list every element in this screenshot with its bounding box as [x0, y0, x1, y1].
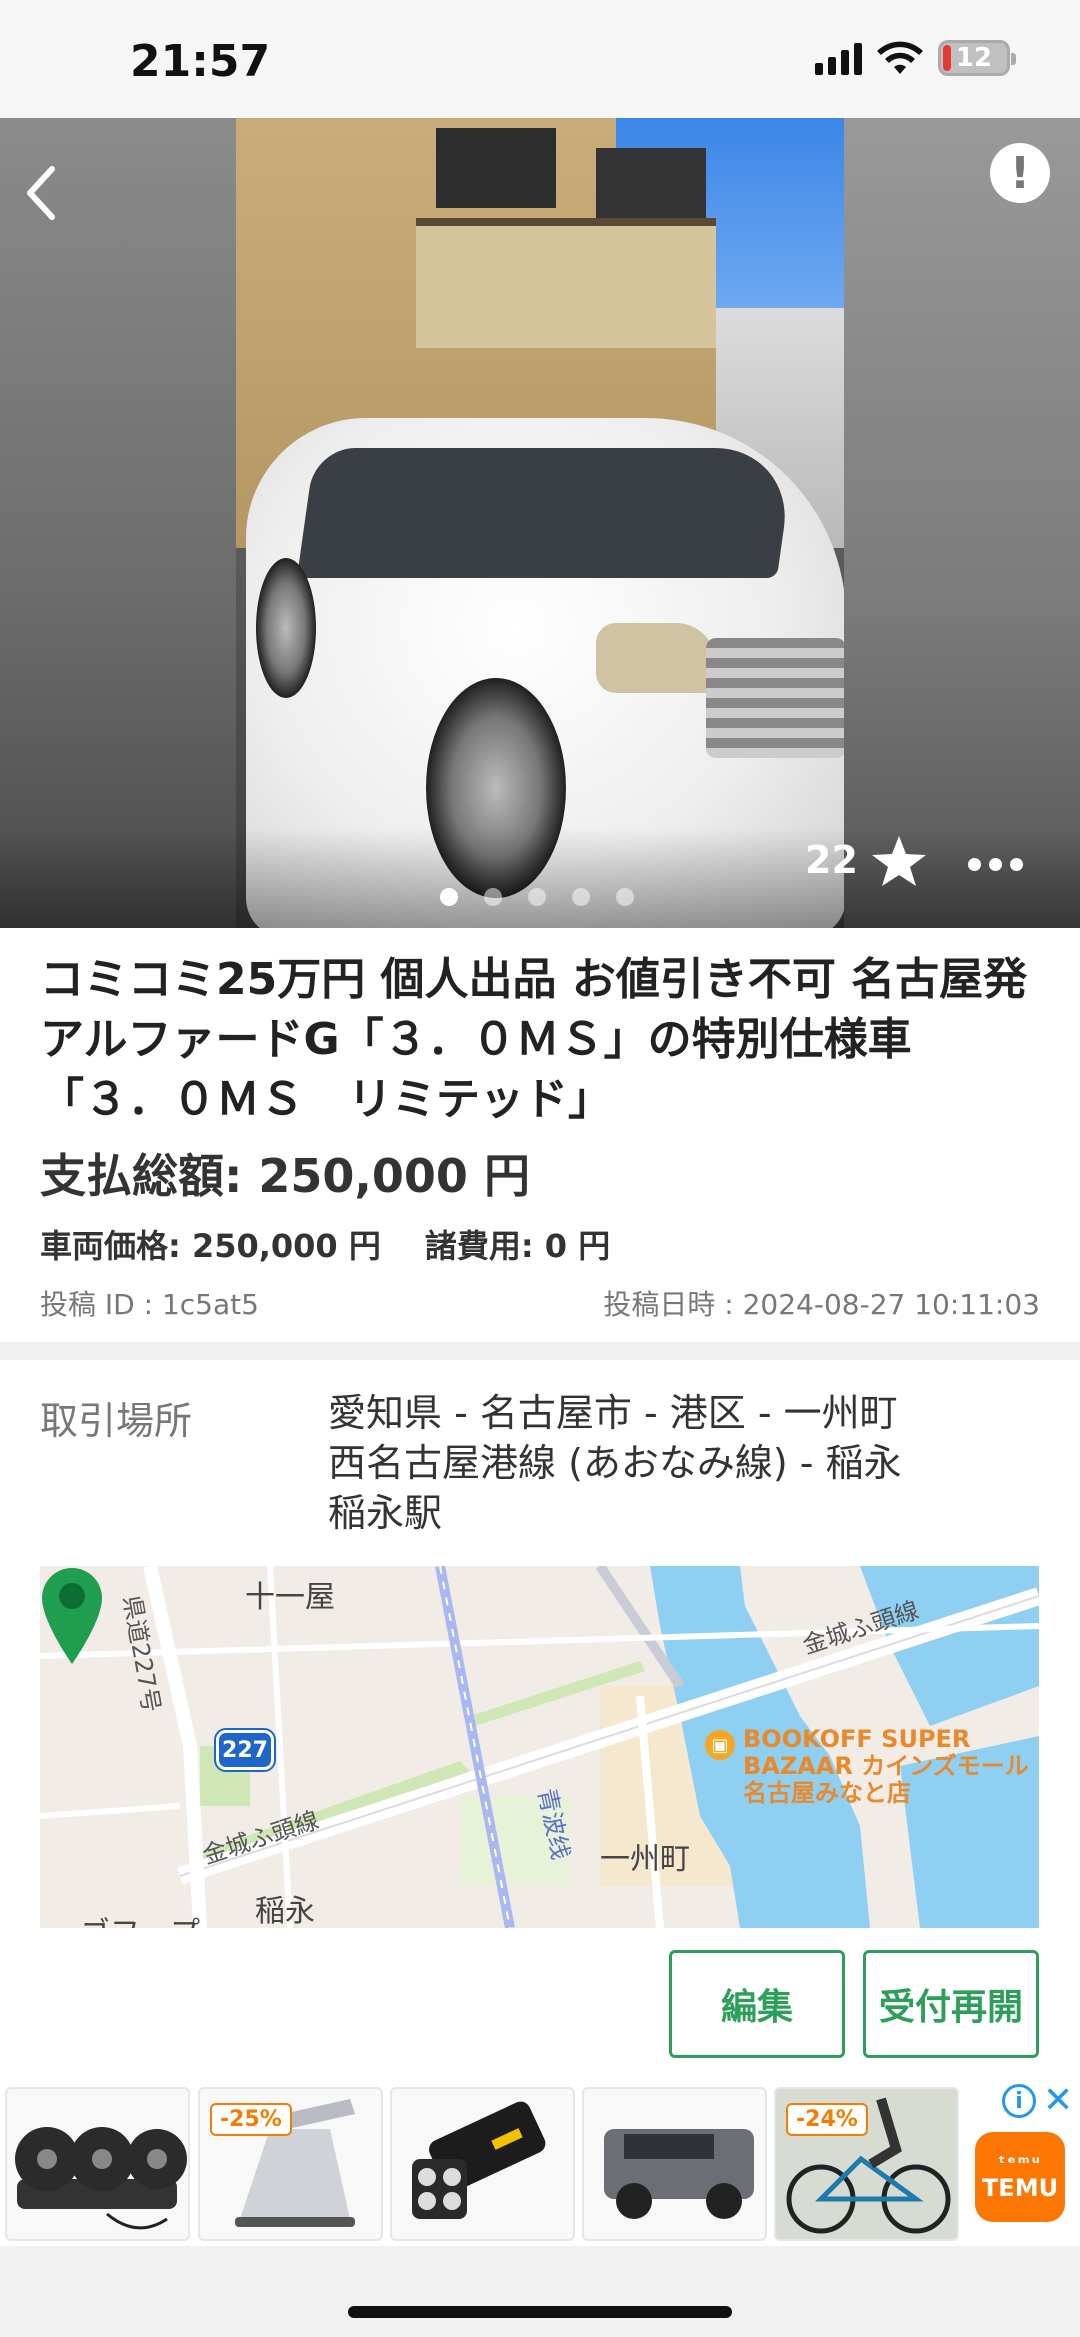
location-map[interactable]: 十一屋 金城ふ頭線 金城ふ頭線 県道227号 227 一州町 青波线 稲永 ゴフ… — [40, 1566, 1039, 1928]
report-icon: ! — [1009, 147, 1031, 199]
resume-button[interactable]: 受付再開 — [863, 1950, 1039, 2058]
temu-logo-text: TEMU — [981, 2173, 1059, 2202]
map-label-inae: 稲永 — [255, 1894, 315, 1928]
ad-item-bicycle[interactable]: -24% — [774, 2087, 959, 2241]
ad-close-icon[interactable]: ✕ — [1043, 2080, 1073, 2121]
favorite-count: 22 — [805, 838, 858, 882]
location-line: 西名古屋港線 (あおなみ線) - 稲永 — [328, 1441, 902, 1485]
discount-badge: -24% — [786, 2103, 868, 2136]
wifi-icon — [877, 41, 923, 74]
ad-item-toy-car[interactable] — [582, 2087, 767, 2241]
status-icons: 12 — [815, 40, 1016, 76]
temu-logo-top: ᵗᵉᵐᵘ — [998, 2152, 1042, 2174]
map-label-cut: ゴフ・プ — [80, 1908, 200, 1928]
listing-title: コミコミ25万円 個人出品 お値引き不可 名古屋発 アルファードG「３．０ＭＳ」… — [40, 954, 1028, 1125]
back-button[interactable] — [0, 138, 80, 248]
photo-backdrop-right — [844, 118, 1080, 928]
photo-pagination — [440, 888, 634, 906]
edit-button[interactable]: 編集 — [669, 1950, 845, 2058]
page-dot[interactable] — [484, 888, 502, 906]
page-dot[interactable] — [528, 888, 546, 906]
map-label-isshu: 一州町 — [600, 1842, 690, 1877]
section-divider — [0, 1342, 1080, 1360]
map-poi[interactable]: ▣ BOOKOFF SUPER BAZAAR カインズモール名古屋みなと店 — [705, 1726, 1039, 1807]
status-bar: 21:57 12 — [0, 0, 1080, 118]
post-date: 投稿日時 : 2024-08-27 10:11:03 — [603, 1288, 1040, 1321]
price-breakdown: 車両価格: 250,000 円 諸費用: 0 円 — [40, 1221, 610, 1267]
listing-photo[interactable] — [236, 118, 844, 928]
poi-bookstore-icon: ▣ — [705, 1730, 735, 1760]
poi-name: BOOKOFF SUPER BAZAAR カインズモール名古屋みなと店 — [743, 1725, 1029, 1807]
location-address: 愛知県 - 名古屋市 - 港区 - 一州町 — [328, 1391, 898, 1435]
page-dot[interactable] — [572, 888, 590, 906]
temu-logo[interactable]: ᵗᵉᵐᵘ TEMU — [975, 2132, 1065, 2222]
ad-banner[interactable]: -25% -24% — [0, 2082, 1080, 2246]
route-227-badge: 227 — [216, 1730, 274, 1770]
ad-item-flashlight[interactable] — [390, 2087, 575, 2241]
location-value: 愛知県 - 名古屋市 - 港区 - 一州町 西名古屋港線 (あおなみ線) - 稲… — [328, 1388, 1048, 1538]
page-dot[interactable] — [440, 888, 458, 906]
ad-item-fan[interactable] — [5, 2087, 190, 2241]
ad-info-icon[interactable]: i — [1002, 2084, 1036, 2118]
map-label-juichiya: 十一屋 — [245, 1580, 335, 1615]
report-button[interactable]: ! — [990, 143, 1050, 203]
signal-icon — [815, 41, 862, 75]
battery-level: 12 — [955, 43, 993, 73]
home-indicator[interactable] — [348, 2306, 732, 2318]
battery-icon: 12 — [938, 40, 1016, 76]
back-arrow-icon — [27, 166, 55, 220]
map-pin-icon — [42, 1568, 102, 1664]
location-station: 稲永駅 — [328, 1491, 443, 1535]
vehicle-price: 車両価格: 250,000 円 — [40, 1227, 381, 1265]
photo-gallery[interactable]: ! 22 — [0, 118, 1080, 928]
page-dot[interactable] — [616, 888, 634, 906]
status-time: 21:57 — [130, 36, 271, 87]
ad-item-stand[interactable]: -25% — [198, 2087, 383, 2241]
location-label: 取引場所 — [40, 1399, 193, 1443]
post-meta: 投稿 ID : 1c5at5 投稿日時 : 2024-08-27 10:11:0… — [40, 1283, 1040, 1323]
star-icon[interactable] — [870, 834, 928, 888]
more-icon[interactable] — [968, 858, 1023, 871]
discount-badge: -25% — [210, 2103, 292, 2136]
home-area — [0, 2246, 1080, 2337]
post-id: 投稿 ID : 1c5at5 — [40, 1288, 259, 1321]
total-price: 支払総額: 250,000 円 — [40, 1149, 530, 1203]
fees: 諸費用: 0 円 — [424, 1227, 611, 1265]
